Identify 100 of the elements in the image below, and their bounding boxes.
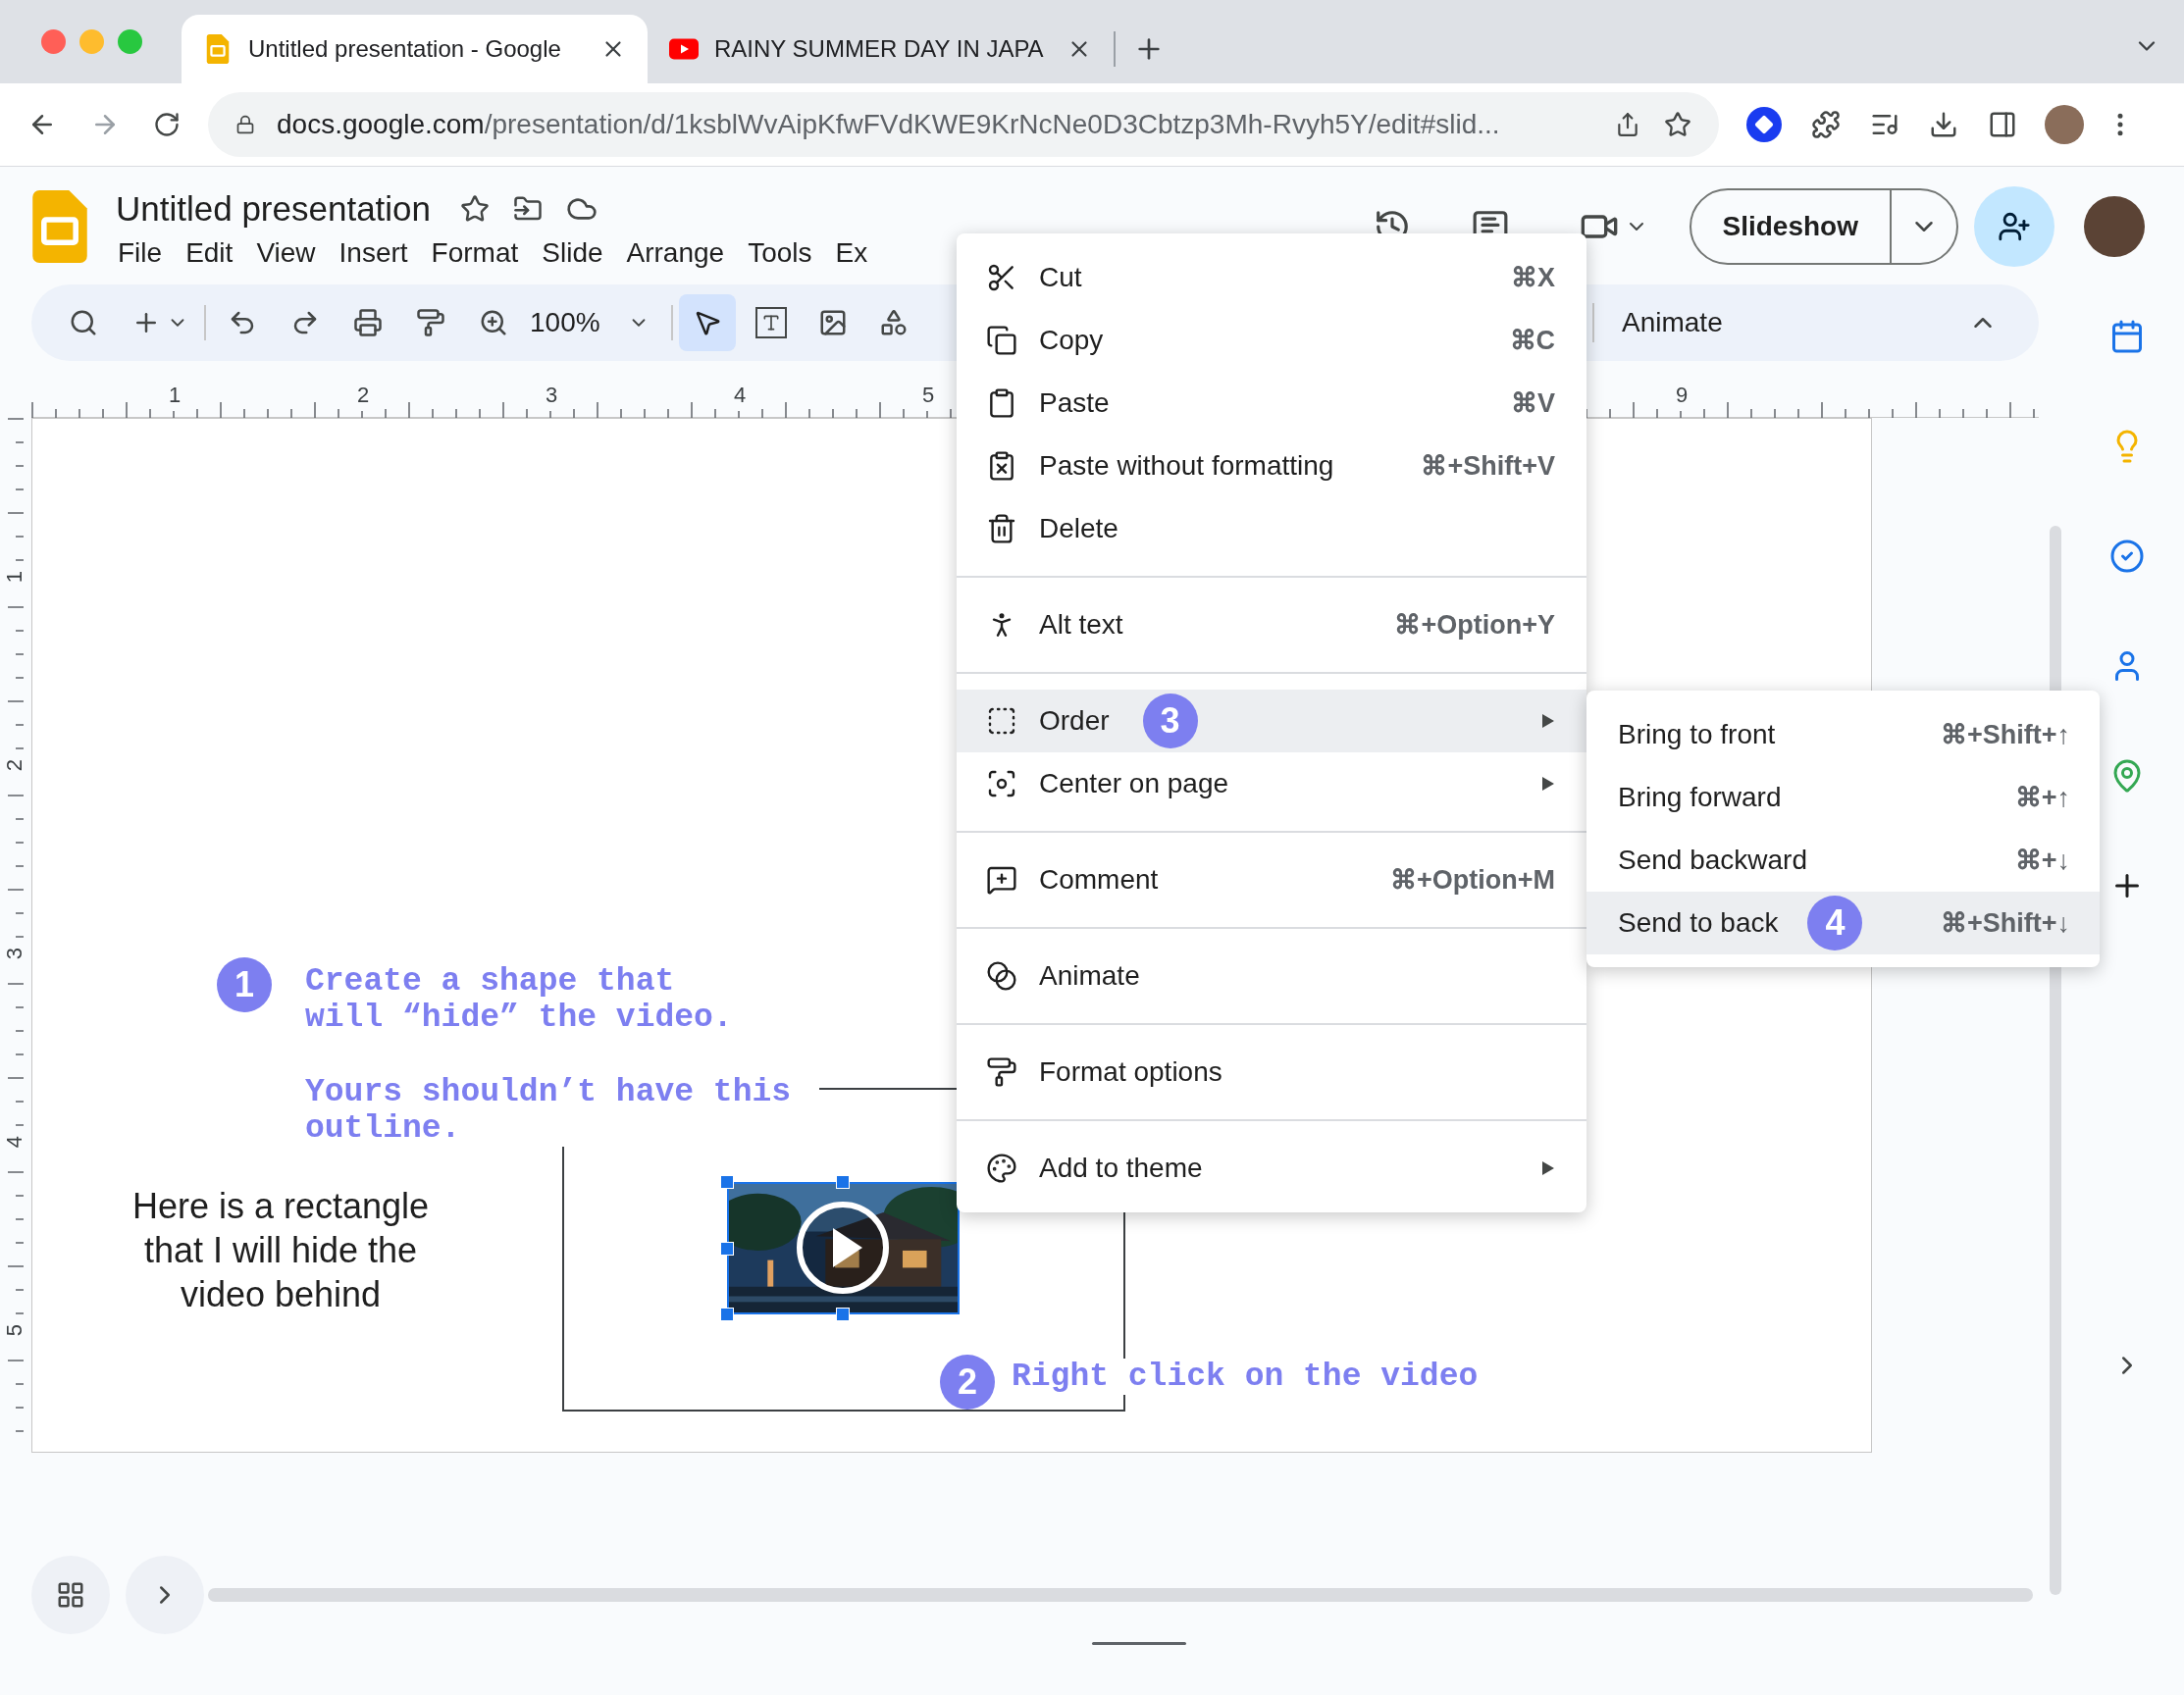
add-person-icon[interactable] — [1998, 210, 2031, 243]
share-icon[interactable] — [1615, 112, 1640, 137]
star-icon[interactable] — [460, 194, 491, 224]
zoom-icon[interactable] — [479, 308, 508, 337]
dashed-square-icon — [986, 705, 1017, 737]
focus-icon — [986, 768, 1017, 799]
resize-handle[interactable] — [1092, 1642, 1186, 1645]
comment-add-icon — [986, 864, 1017, 896]
menu-item[interactable]: Alt text ⌘+Option+Y — [957, 593, 1586, 656]
menu-item-label: Format options — [1039, 1055, 1222, 1089]
paint-roller-icon — [986, 1056, 1017, 1088]
resize-handle[interactable] — [720, 1175, 734, 1189]
paint-format-icon[interactable] — [416, 308, 445, 337]
keyboard-shortcut: ⌘+Shift+↑ — [1940, 718, 2070, 751]
menu-item[interactable]: Copy ⌘C — [957, 309, 1586, 372]
menu-item[interactable]: Paste ⌘V — [957, 372, 1586, 435]
keyboard-shortcut: ⌘+Shift+V — [1421, 449, 1555, 483]
menu-item-label: Cut — [1039, 261, 1082, 294]
menu-item-label: Order — [1039, 704, 1110, 738]
menu-item-label: Paste without formatting — [1039, 449, 1334, 483]
print-icon[interactable] — [353, 308, 383, 337]
check-circle-icon[interactable] — [2109, 539, 2145, 574]
lock-icon — [235, 114, 255, 135]
menu-item-label: Animate — [1039, 959, 1140, 993]
resize-handle[interactable] — [720, 1242, 734, 1256]
menu-item[interactable]: Cut ⌘X — [957, 246, 1586, 309]
keyboard-shortcut: ⌘V — [1511, 386, 1555, 420]
menu-item[interactable]: Bring forward ⌘+↑ — [1586, 766, 2100, 829]
animate-panel-title: Animate — [1622, 306, 1723, 339]
keyboard-shortcut: ⌘+↑ — [2014, 781, 2070, 814]
step-number-badge: 2 — [940, 1355, 995, 1410]
zoom-level[interactable]: 100% — [530, 302, 600, 343]
keyboard-shortcut: ⌘+Option+M — [1390, 863, 1555, 897]
profile-avatar[interactable] — [2045, 105, 2084, 144]
menu-item[interactable]: Add to theme — [957, 1137, 1586, 1200]
menu-item[interactable]: Format options — [957, 1041, 1586, 1104]
browser-tab[interactable]: RAINY SUMMER DAY IN JAPA — [648, 15, 1114, 83]
menu-item[interactable]: Insert — [338, 235, 408, 271]
copy-icon — [986, 325, 1017, 356]
menu-item[interactable]: Animate — [957, 945, 1586, 1007]
extensions-icon[interactable] — [1811, 110, 1841, 139]
menu-item[interactable]: Format — [431, 235, 519, 271]
slide-text: Here is a rectangle that I will hide the video behind — [130, 1185, 431, 1316]
step-number-badge: 4 — [1807, 896, 1863, 950]
menu-item[interactable]: Center on page — [957, 752, 1586, 815]
menu-item[interactable]: Arrange — [626, 235, 725, 271]
resize-handle[interactable] — [836, 1175, 850, 1189]
menu-item[interactable]: Ex — [835, 235, 868, 271]
trash-icon — [986, 513, 1017, 544]
keyboard-shortcut: ⌘X — [1511, 261, 1555, 294]
menu-item[interactable]: Comment ⌘+Option+M — [957, 848, 1586, 911]
menu-item-label: Send backward — [1618, 844, 1807, 877]
menu-item[interactable]: File — [118, 235, 163, 271]
bookmark-star-icon[interactable] — [1664, 111, 1691, 138]
menu-item[interactable]: Order 3 — [957, 690, 1586, 752]
menu-item-label: Bring forward — [1618, 781, 1782, 814]
menu-item-label: Copy — [1039, 324, 1104, 357]
address-bar[interactable]: docs.google.com/presentation/d/1ksblWvAipKfwFVdKWE9KrNcNe0D3Cbtzp3Mh-Rvyh5Y/edit#slid... — [208, 92, 1719, 157]
menu-item-label: Delete — [1039, 512, 1118, 545]
menu-item-label: Alt text — [1039, 608, 1123, 642]
menu-item[interactable]: Delete — [957, 497, 1586, 560]
menu-item[interactable]: Edit — [185, 235, 234, 271]
keyboard-shortcut: ⌘C — [1509, 324, 1555, 357]
menu-item[interactable]: Send backward ⌘+↓ — [1586, 829, 2100, 892]
grid-icon[interactable] — [56, 1580, 85, 1610]
text-box-icon[interactable] — [754, 307, 787, 338]
calendar-icon[interactable] — [2109, 319, 2145, 354]
tab-title: Untitled presentation - Google — [248, 34, 561, 64]
browser-tab[interactable]: Untitled presentation - Google — [182, 15, 648, 83]
slideshow-label[interactable]: Slideshow — [1690, 206, 1890, 247]
keyboard-shortcut: ⌘+Option+Y — [1394, 608, 1555, 642]
menu-item-label: Send to back — [1618, 906, 1779, 940]
step-number-badge: 1 — [217, 957, 272, 1012]
side-panel-icon[interactable] — [1988, 110, 2017, 139]
select-tool-button[interactable] — [678, 294, 736, 351]
menu-item[interactable]: Tools — [748, 235, 812, 271]
step-number-badge: 3 — [1142, 693, 1198, 748]
resize-handle[interactable] — [720, 1308, 734, 1321]
menu-item-label: Comment — [1039, 863, 1159, 897]
document-title[interactable]: Untitled presentation — [116, 188, 432, 230]
resize-handle[interactable] — [836, 1308, 850, 1321]
extension-icon[interactable] — [1746, 107, 1782, 142]
menu-item[interactable]: Send to back 4 ⌘+Shift+↓ — [1586, 892, 2100, 954]
horizontal-scrollbar[interactable] — [208, 1588, 2033, 1602]
reload-icon[interactable] — [153, 111, 181, 138]
menu-item[interactable]: Slide — [542, 235, 603, 271]
menu-item-label: Add to theme — [1039, 1152, 1203, 1185]
play-icon[interactable] — [796, 1201, 890, 1295]
slideshow-button[interactable]: Slideshow — [1689, 188, 1958, 265]
download-icon[interactable] — [1929, 110, 1958, 139]
search-icon[interactable] — [69, 308, 98, 337]
tab-title: RAINY SUMMER DAY IN JAPA — [714, 34, 1044, 64]
menu-item[interactable]: Paste without formatting ⌘+Shift+V — [957, 435, 1586, 497]
keyboard-shortcut: ⌘+Shift+↓ — [1940, 906, 2070, 940]
menu-item-label: Bring to front — [1618, 718, 1776, 751]
menu-item-label: Paste — [1039, 386, 1110, 420]
menu-item[interactable]: View — [256, 235, 316, 271]
menu-item[interactable]: Bring to front ⌘+Shift+↑ — [1586, 703, 2100, 766]
palette-icon — [986, 1153, 1017, 1184]
keyboard-shortcut: ⌘+↓ — [2014, 844, 2070, 877]
